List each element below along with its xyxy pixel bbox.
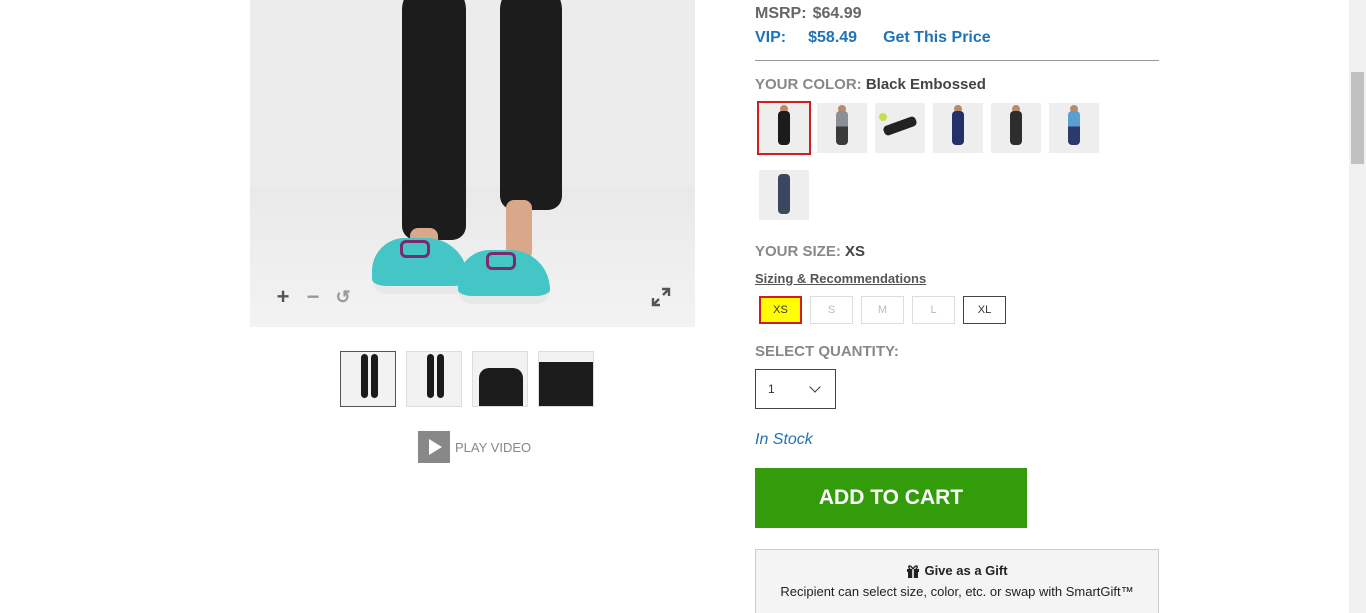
gift-option-box[interactable]: Give as a Gift Recipient can select size…	[755, 549, 1159, 613]
zoom-out-icon[interactable]: −	[305, 286, 321, 308]
msrp-label: MSRP:	[755, 5, 807, 22]
size-option-s[interactable]: S	[810, 296, 853, 324]
image-thumbnails	[340, 351, 594, 407]
vip-value: $58.49	[808, 29, 858, 46]
size-option-m[interactable]: M	[861, 296, 904, 324]
color-swatch-7[interactable]	[759, 170, 809, 220]
color-swatch-black-embossed[interactable]	[757, 101, 811, 155]
size-label: YOUR SIZE:	[755, 243, 841, 260]
size-option-xl[interactable]: XL	[963, 296, 1006, 324]
msrp-row: MSRP: $64.99	[755, 5, 862, 23]
zoom-controls: + − ↺	[275, 286, 351, 308]
reset-zoom-icon[interactable]: ↺	[335, 287, 351, 307]
color-swatch-4[interactable]	[933, 103, 983, 153]
thumbnail-3[interactable]	[472, 351, 528, 407]
gift-icon	[907, 564, 920, 578]
right-leg	[500, 0, 562, 210]
page-scrollbar[interactable]	[1349, 0, 1366, 613]
play-video-label: PLAY VIDEO	[455, 439, 532, 455]
vip-row: VIP: $58.49 Get This Price	[755, 29, 991, 47]
quantity-select[interactable]: 1	[755, 369, 836, 409]
color-heading: YOUR COLOR: Black Embossed	[755, 76, 986, 93]
vip-label: VIP:	[755, 29, 787, 46]
color-swatch-5[interactable]	[991, 103, 1041, 153]
msrp-value: $64.99	[812, 5, 862, 22]
size-option-l[interactable]: L	[912, 296, 955, 324]
play-icon	[418, 431, 450, 463]
zoom-in-icon[interactable]: +	[275, 286, 291, 308]
chevron-down-icon	[809, 381, 821, 393]
stock-status: In Stock	[755, 431, 813, 448]
price-divider	[755, 60, 1159, 61]
thumbnail-2[interactable]	[406, 351, 462, 407]
quantity-value: 1	[768, 382, 775, 396]
thumbnail-1[interactable]	[340, 351, 396, 407]
product-main-image[interactable]	[250, 0, 695, 327]
color-swatch-3[interactable]	[875, 103, 925, 153]
scrollbar-thumb[interactable]	[1351, 72, 1364, 164]
selected-color: Black Embossed	[865, 76, 986, 93]
selected-size: XS	[845, 243, 866, 260]
gift-description: Recipient can select size, color, etc. o…	[780, 584, 1134, 599]
color-label: YOUR COLOR:	[755, 76, 862, 93]
get-this-price-link[interactable]: Get This Price	[883, 29, 991, 46]
thumbnail-4[interactable]	[538, 351, 594, 407]
size-heading: YOUR SIZE: XS	[755, 243, 865, 260]
size-option-xs[interactable]: XS	[759, 296, 802, 324]
sizing-recommendations-link[interactable]: Sizing & Recommendations	[755, 271, 926, 286]
color-swatch-2[interactable]	[817, 103, 867, 153]
quantity-label: SELECT QUANTITY:	[755, 343, 899, 360]
fullscreen-expand-icon[interactable]	[651, 287, 671, 307]
play-video-button[interactable]: PLAY VIDEO	[418, 431, 531, 463]
color-swatch-6[interactable]	[1049, 103, 1099, 153]
add-to-cart-button[interactable]: ADD TO CART	[755, 468, 1027, 528]
left-leg	[402, 0, 466, 240]
gift-title-row: Give as a Gift	[756, 563, 1158, 578]
gift-title: Give as a Gift	[924, 563, 1008, 578]
